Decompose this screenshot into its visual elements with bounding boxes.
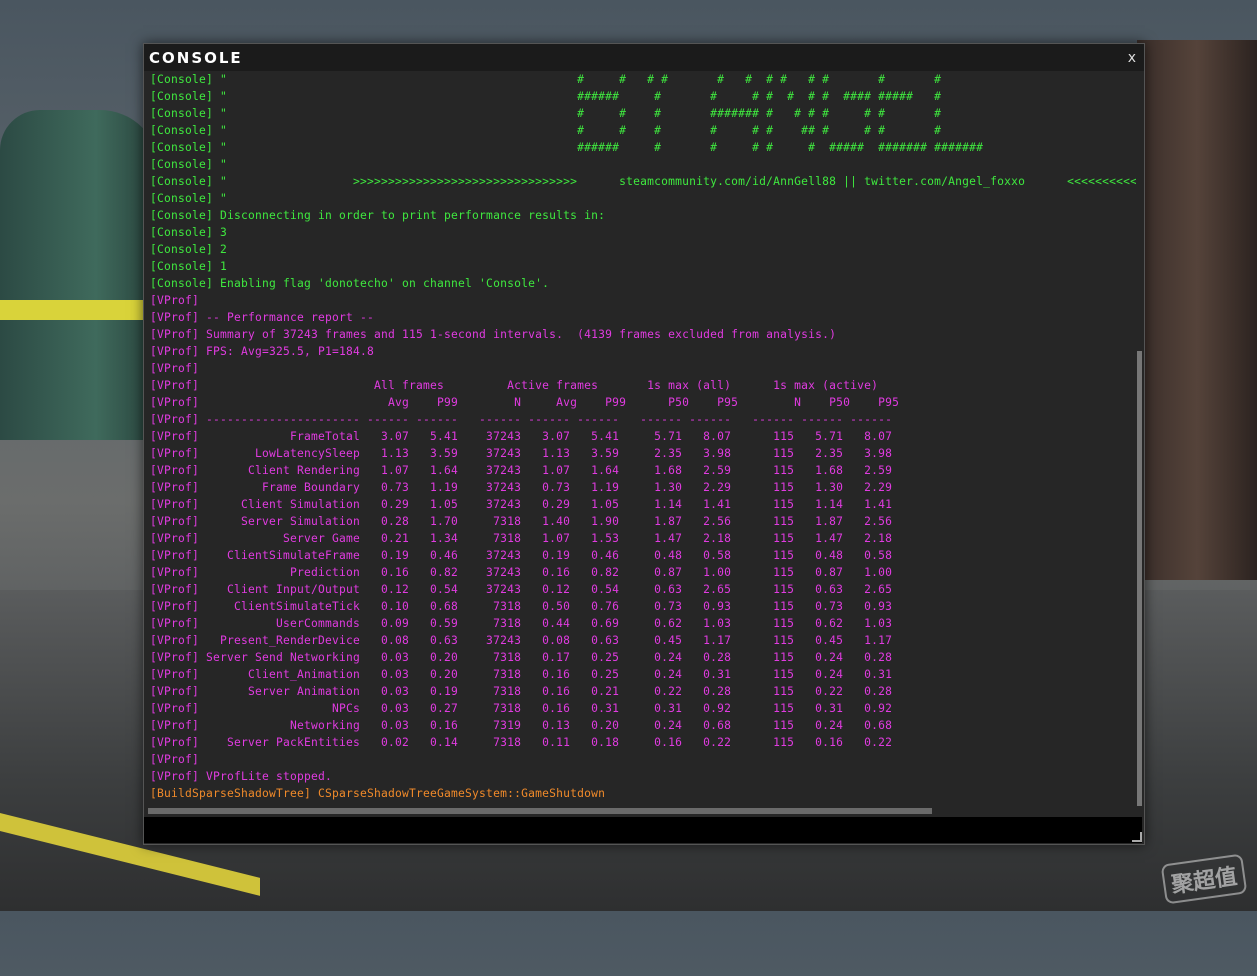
log-line: [VProf] Client Rendering 1.07 1.64 37243… bbox=[150, 464, 893, 477]
log-line: [VProf] Server Animation 0.03 0.19 7318 … bbox=[150, 685, 893, 698]
log-line: [Console] " ###### # # # # # # # #### ##… bbox=[150, 90, 942, 103]
log-line: [VProf] Present_RenderDevice 0.08 0.63 3… bbox=[150, 634, 893, 647]
background-train bbox=[0, 110, 160, 440]
console-title: CONSOLE bbox=[149, 48, 243, 67]
log-line: [VProf] UserCommands 0.09 0.59 7318 0.44… bbox=[150, 617, 893, 630]
log-line: [VProf] bbox=[150, 294, 200, 307]
console-window: CONSOLE x [Console] " # # # # # # # # # … bbox=[143, 43, 1145, 845]
log-line: [Console] " # # # ####### # # # # # # # bbox=[150, 107, 942, 120]
log-line: [VProf] ClientSimulateTick 0.10 0.68 731… bbox=[150, 600, 893, 613]
log-line: [VProf] Client Simulation 0.29 1.05 3724… bbox=[150, 498, 893, 511]
log-line: [VProf] ---------------------- ------ --… bbox=[150, 413, 893, 426]
log-line: [VProf] Server PackEntities 0.02 0.14 73… bbox=[150, 736, 893, 749]
log-line: [VProf] Server Simulation 0.28 1.70 7318… bbox=[150, 515, 893, 528]
log-line: [Console] " bbox=[150, 158, 228, 171]
log-line: [VProf] FPS: Avg=325.5, P1=184.8 bbox=[150, 345, 375, 358]
log-line: [Console] 1 bbox=[150, 260, 228, 273]
log-line: [Console] " bbox=[150, 192, 228, 205]
console-input[interactable] bbox=[144, 817, 1142, 843]
background-building bbox=[1137, 40, 1257, 580]
log-line: [Console] Disconnecting in order to prin… bbox=[150, 209, 606, 222]
log-line: [VProf] Avg P99 N Avg P99 P50 P95 N P50 … bbox=[150, 396, 900, 409]
close-button[interactable]: x bbox=[1128, 50, 1144, 66]
console-titlebar[interactable]: CONSOLE x bbox=[144, 44, 1144, 71]
vertical-scrollbar[interactable] bbox=[1137, 351, 1142, 806]
horizontal-scrollbar[interactable] bbox=[148, 808, 932, 814]
log-line: [Console] " >>>>>>>>>>>>>>>>>>>>>>>>>>>>… bbox=[150, 175, 1136, 188]
log-line: [VProf] bbox=[150, 362, 200, 375]
log-line: [VProf] ClientSimulateFrame 0.19 0.46 37… bbox=[150, 549, 893, 562]
log-line: [VProf] Prediction 0.16 0.82 37243 0.16 … bbox=[150, 566, 893, 579]
log-line: [Console] Enabling flag 'donotecho' on c… bbox=[150, 277, 550, 290]
log-line: [BuildSparseShadowTree] CSparseShadowTre… bbox=[150, 787, 606, 800]
train-stripe bbox=[0, 300, 160, 320]
log-line: [VProf] Client_Animation 0.03 0.20 7318 … bbox=[150, 668, 893, 681]
log-line: [VProf] All frames Active frames 1s max … bbox=[150, 379, 879, 392]
log-line: [VProf] -- Performance report -- bbox=[150, 311, 375, 324]
log-line: [VProf] Client Input/Output 0.12 0.54 37… bbox=[150, 583, 893, 596]
log-line: [VProf] Frame Boundary 0.73 1.19 37243 0… bbox=[150, 481, 893, 494]
log-line: [VProf] Server Game 0.21 1.34 7318 1.07 … bbox=[150, 532, 893, 545]
log-line: [VProf] Summary of 37243 frames and 115 … bbox=[150, 328, 837, 341]
console-log[interactable]: [Console] " # # # # # # # # # # # # [Cons… bbox=[144, 71, 1136, 805]
resize-handle-icon[interactable] bbox=[1132, 832, 1142, 842]
log-line: [VProf] NPCs 0.03 0.27 7318 0.16 0.31 0.… bbox=[150, 702, 893, 715]
log-line: [VProf] bbox=[150, 753, 200, 766]
log-line: [VProf] FrameTotal 3.07 5.41 37243 3.07 … bbox=[150, 430, 893, 443]
log-line: [VProf] Server Send Networking 0.03 0.20… bbox=[150, 651, 893, 664]
log-line: [Console] 2 bbox=[150, 243, 228, 256]
log-line: [VProf] VProfLite stopped. bbox=[150, 770, 333, 783]
log-line: [Console] " # # # # # # # # # # # # bbox=[150, 73, 942, 86]
log-line: [Console] " ###### # # # # # ##### #####… bbox=[150, 141, 984, 154]
log-line: [Console] 3 bbox=[150, 226, 228, 239]
log-line: [Console] " # # # # # # ## # # # # bbox=[150, 124, 942, 137]
log-line: [VProf] LowLatencySleep 1.13 3.59 37243 … bbox=[150, 447, 893, 460]
log-line: [VProf] Networking 0.03 0.16 7319 0.13 0… bbox=[150, 719, 893, 732]
